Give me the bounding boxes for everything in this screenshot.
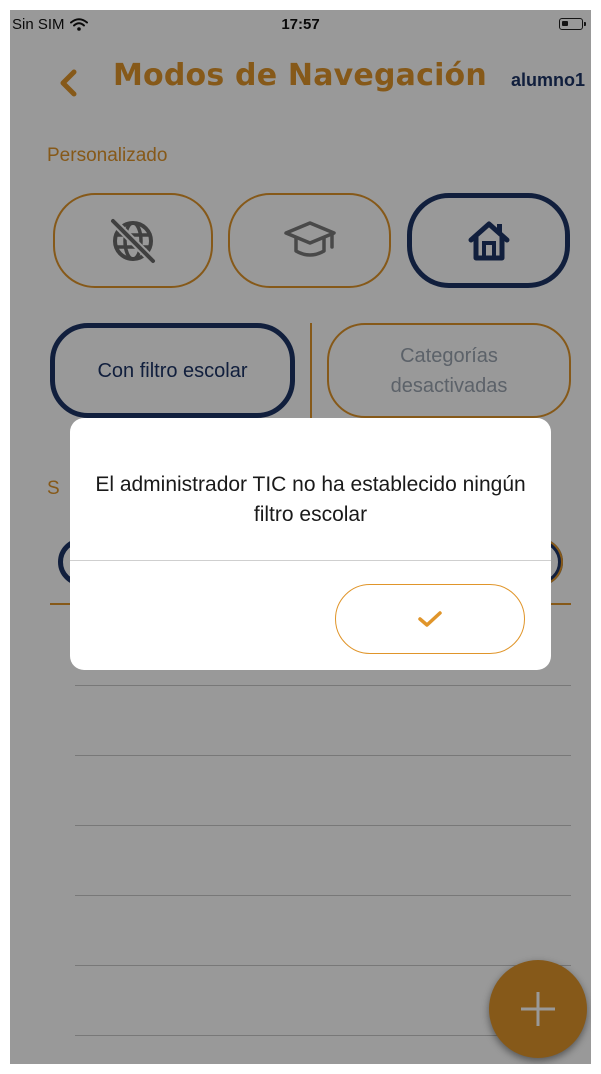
alert-message: El administrador TIC no ha establecido n… xyxy=(95,473,526,526)
dialog-separator xyxy=(70,560,551,561)
confirm-button[interactable] xyxy=(335,584,525,654)
app-screen: Sin SIM 17:57 Modos de Navegación alumno… xyxy=(10,10,591,1064)
checkmark-icon xyxy=(418,611,442,627)
alert-dialog: El administrador TIC no ha establecido n… xyxy=(70,418,551,670)
